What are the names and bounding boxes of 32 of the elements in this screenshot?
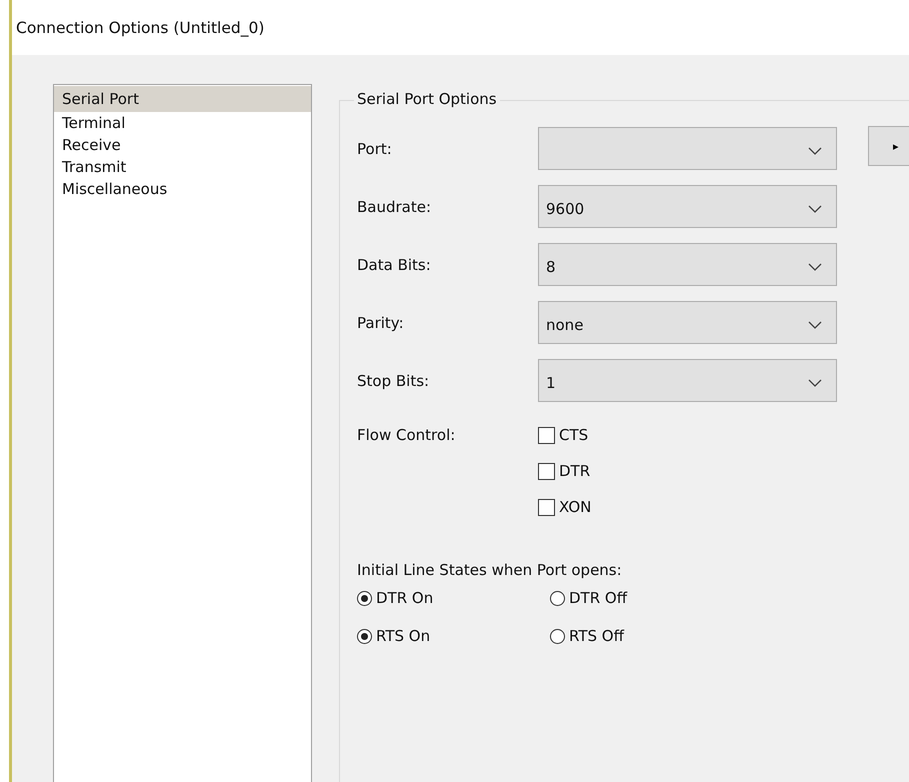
category-item[interactable]: Terminal xyxy=(54,112,311,134)
category-item[interactable]: Miscellaneous xyxy=(54,178,311,200)
radio-button[interactable]: RTS On xyxy=(357,627,550,645)
section-label: Initial Line States when Port opens: xyxy=(357,561,623,579)
radio-button[interactable]: DTR On xyxy=(357,589,550,607)
field-label: Parity: xyxy=(357,314,405,332)
category-item[interactable]: Transmit xyxy=(54,156,311,178)
expand-button[interactable]: ▸ xyxy=(868,126,909,166)
dropdown[interactable]: 9600 xyxy=(538,185,837,228)
field-label: Baudrate: xyxy=(357,198,432,216)
checkbox[interactable]: DTR xyxy=(538,462,592,480)
dropdown[interactable] xyxy=(538,127,837,170)
chevron-icon xyxy=(808,320,822,328)
group-title: Serial Port Options xyxy=(354,90,500,108)
dropdown[interactable]: 8 xyxy=(538,243,837,286)
field-label: Flow Control: xyxy=(357,426,456,446)
category-item[interactable]: Serial Port xyxy=(54,86,311,112)
chevron-icon xyxy=(808,378,822,386)
window-title: Connection Options (Untitled_0) xyxy=(16,18,264,36)
dropdown[interactable]: none xyxy=(538,301,837,344)
field-label: Stop Bits: xyxy=(357,372,430,390)
dropdown[interactable]: 1 xyxy=(538,359,837,402)
chevron-icon xyxy=(808,262,822,270)
category-item[interactable]: Receive xyxy=(54,134,311,156)
radio-button[interactable]: DTR Off xyxy=(550,589,743,607)
radio-button[interactable]: RTS Off xyxy=(550,627,743,645)
checkbox[interactable]: XON xyxy=(538,498,592,516)
chevron-icon xyxy=(808,146,822,154)
field-label: Port: xyxy=(357,140,393,158)
field-label: Data Bits: xyxy=(357,256,432,274)
chevron-icon xyxy=(808,204,822,212)
checkbox[interactable]: CTS xyxy=(538,426,592,444)
